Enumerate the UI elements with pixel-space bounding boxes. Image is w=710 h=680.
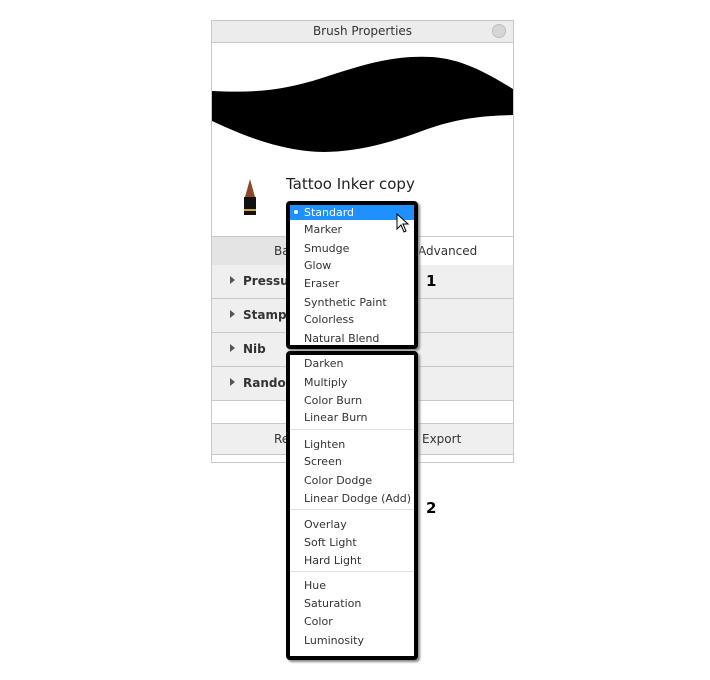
menu-item[interactable]: Saturation: [304, 595, 361, 612]
menu-item[interactable]: Marker: [304, 221, 342, 238]
menu-item[interactable]: Hue: [304, 577, 326, 594]
menu-item[interactable]: Eraser: [304, 275, 339, 292]
expand-arrow-icon: [230, 378, 235, 386]
menu-item[interactable]: Glow: [304, 257, 331, 274]
menu-item[interactable]: Overlay: [304, 516, 347, 533]
expand-arrow-icon: [230, 276, 235, 284]
menu-item[interactable]: Linear Dodge (Add): [304, 490, 411, 507]
menu-item[interactable]: Soft Light: [304, 534, 357, 551]
menu-separator: [290, 429, 414, 430]
menu-separator: [290, 509, 414, 510]
callout-1: 1: [426, 272, 437, 290]
title-bar: Brush Properties: [212, 21, 513, 43]
brush-stroke-preview: [212, 43, 513, 163]
menu-item[interactable]: Lighten: [304, 436, 345, 453]
menu-item[interactable]: Smudge: [304, 240, 349, 257]
export-button[interactable]: Export: [422, 432, 461, 446]
menu-item[interactable]: Color: [304, 613, 333, 630]
menu-separator: [290, 571, 414, 572]
callout-2: 2: [426, 499, 437, 517]
menu-item[interactable]: Linear Burn: [304, 409, 368, 426]
expand-arrow-icon: [230, 310, 235, 318]
close-button[interactable]: [492, 24, 506, 38]
selected-bullet-icon: [294, 210, 298, 214]
section-label: Stamp: [243, 308, 287, 322]
expand-arrow-icon: [230, 344, 235, 352]
menu-item[interactable]: Natural Blend: [304, 330, 379, 347]
menu-item[interactable]: Luminosity: [304, 632, 364, 649]
brush-pen-icon: [240, 179, 260, 219]
window-title: Brush Properties: [312, 24, 413, 38]
blend-mode-menu: Darken Multiply Color Burn Linear Burn L…: [286, 351, 418, 660]
section-label: Nib: [243, 342, 266, 356]
menu-item[interactable]: Colorless: [304, 311, 354, 328]
menu-item[interactable]: Screen: [304, 453, 342, 470]
menu-item[interactable]: Color Burn: [304, 392, 362, 409]
mouse-cursor-icon: [396, 212, 410, 237]
menu-item[interactable]: Multiply: [304, 374, 347, 391]
brush-name[interactable]: Tattoo Inker copy: [286, 175, 415, 193]
menu-item[interactable]: Synthetic Paint: [304, 294, 387, 311]
menu-item[interactable]: Darken: [304, 355, 343, 372]
menu-item[interactable]: Hard Light: [304, 552, 361, 569]
menu-item[interactable]: Color Dodge: [304, 472, 372, 489]
tab-advanced[interactable]: Advanced: [418, 237, 477, 265]
brush-stroke: [212, 56, 513, 152]
